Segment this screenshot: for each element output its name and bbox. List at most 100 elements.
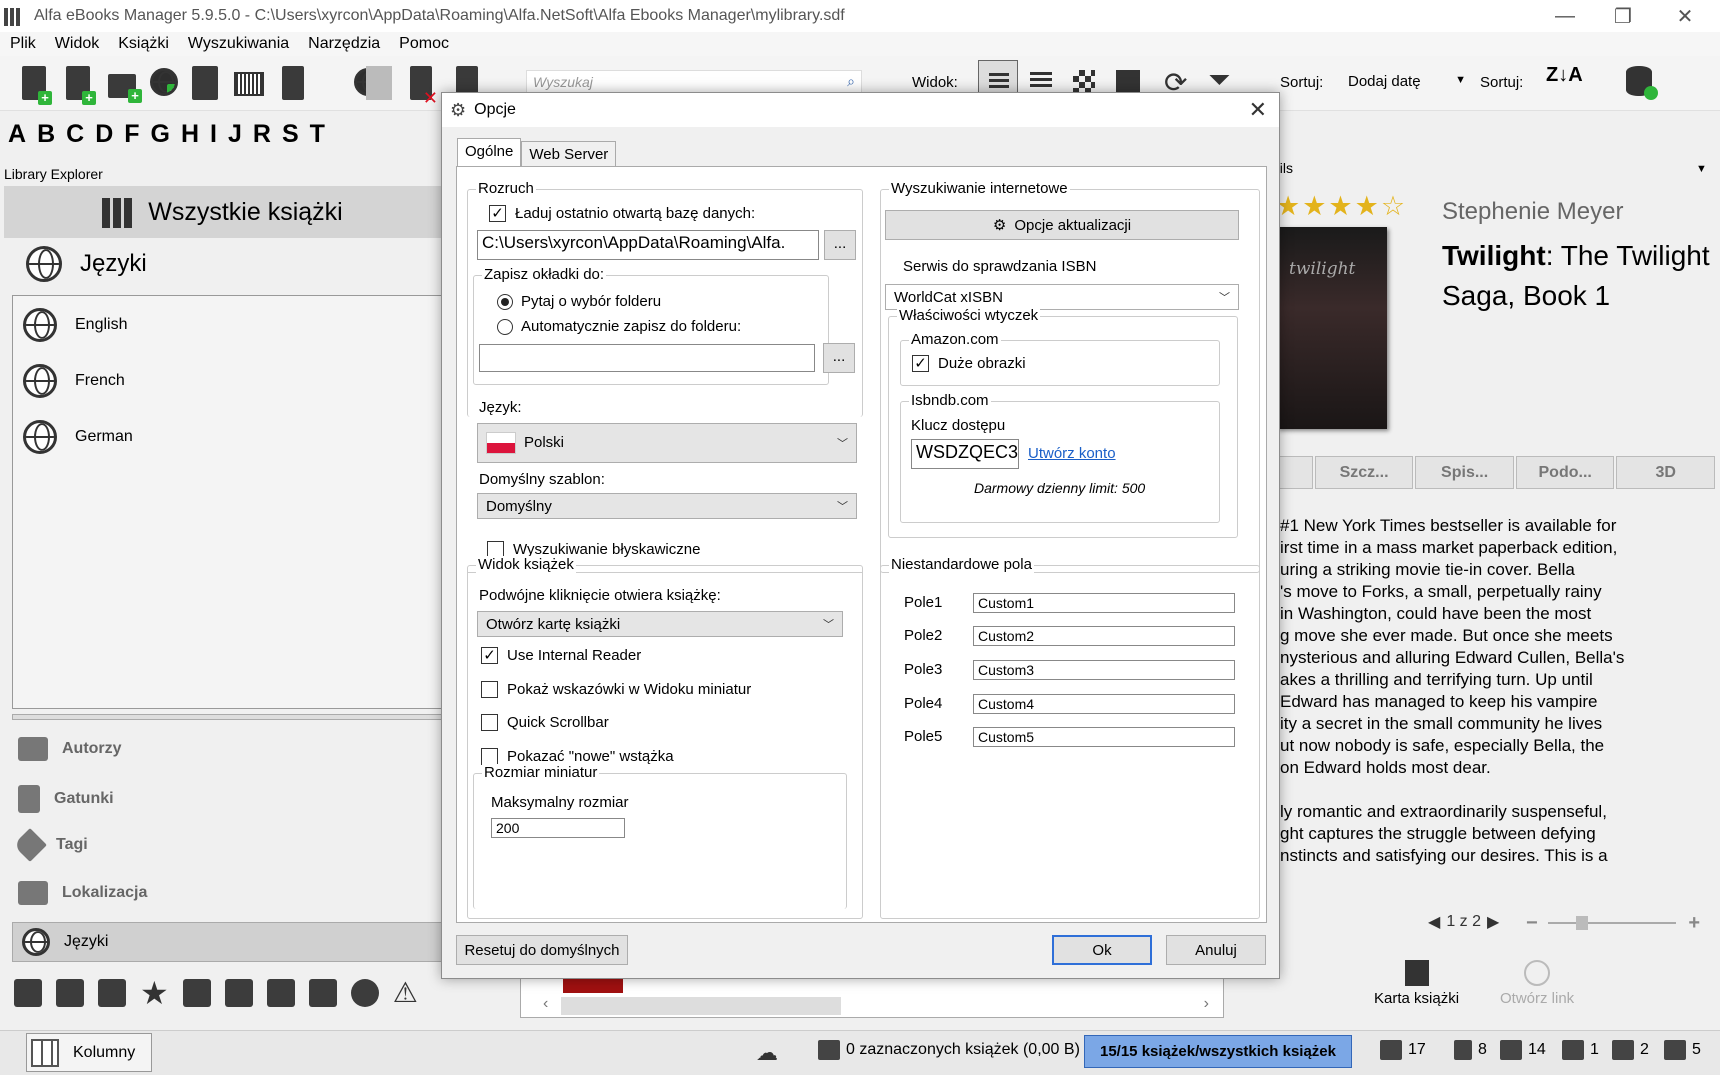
add-online-icon[interactable]: + <box>150 68 178 96</box>
all-books-header[interactable]: Wszystkie książki <box>4 186 441 238</box>
list-item[interactable]: French <box>23 364 125 398</box>
splitter[interactable] <box>12 714 442 720</box>
nav-gatunki[interactable]: Gatunki <box>18 785 114 813</box>
letter-f[interactable]: F <box>124 120 139 154</box>
menu-widok[interactable]: Widok <box>55 35 99 53</box>
thumb-hints-checkbox[interactable]: Pokaż wskazówki w Widoku miniatur <box>481 681 751 698</box>
browse-db-button[interactable]: ... <box>824 230 856 260</box>
minimize-button[interactable]: — <box>1536 0 1594 32</box>
book-thumbnail[interactable] <box>563 979 623 993</box>
db-path-input[interactable]: C:\Users\xyrcon\AppData\Roaming\Alfa. <box>477 230 819 260</box>
create-account-link[interactable]: Utwórz konto <box>1028 445 1116 462</box>
date-icon[interactable] <box>308 979 337 1007</box>
template-select[interactable]: Domyślny ﹀ <box>477 493 857 519</box>
nav-lokalizacja[interactable]: Lokalizacja <box>18 881 147 905</box>
delete-book-icon[interactable]: ✕ <box>410 66 438 107</box>
book-count-status[interactable]: 15/15 książek/wszystkich książek <box>1084 1035 1352 1068</box>
horizontal-scrollbar[interactable] <box>561 997 841 1015</box>
folder-input[interactable] <box>479 344 815 372</box>
zoom-slider[interactable]: − + <box>1522 912 1702 935</box>
view-grid-icon[interactable] <box>1073 70 1095 92</box>
database-icon[interactable] <box>1626 66 1658 100</box>
custom-field-input[interactable]: Custom5 <box>973 727 1235 747</box>
star-icon[interactable]: ★ <box>140 977 169 1009</box>
big-images-checkbox[interactable]: ✓ Duże obrazki <box>912 355 1026 372</box>
book-card-button[interactable]: Karta książki <box>1374 960 1459 1007</box>
load-last-db-checkbox[interactable]: ✓ Ładuj ostatnio otwartą bazę danych: <box>489 205 755 222</box>
internal-reader-checkbox[interactable]: ✓ Use Internal Reader <box>481 647 641 664</box>
max-size-input[interactable]: 200 <box>491 818 625 838</box>
close-window-button[interactable]: ✕ <box>1656 0 1714 32</box>
add-file-icon[interactable]: + <box>66 66 96 105</box>
nav-tagi[interactable]: Tagi <box>13 828 88 862</box>
tab-spis[interactable]: Spis... <box>1415 456 1514 489</box>
letter-j[interactable]: J <box>228 120 242 154</box>
search-icon[interactable]: ⌕ <box>847 73 855 90</box>
list-item[interactable]: English <box>23 308 127 342</box>
add-book-icon[interactable]: + <box>22 66 52 105</box>
menu-pomoc[interactable]: Pomoc <box>399 35 449 53</box>
dblclick-select[interactable]: Otwórz kartę książki ﹀ <box>477 611 843 637</box>
letter-g[interactable]: G <box>151 120 170 154</box>
calendar-icon[interactable] <box>182 979 211 1007</box>
sort-select[interactable]: Dodaj datę ▼ <box>1340 70 1472 96</box>
tab-ogolne[interactable]: Ogólne <box>457 138 522 169</box>
new-ribbon-checkbox[interactable]: Pokazać "nowe" wstążka <box>481 748 674 765</box>
duplicate-icon[interactable] <box>366 66 392 100</box>
ask-folder-radio[interactable]: Pytaj o wybór folderu <box>497 293 661 310</box>
sort-direction-icon[interactable]: Z↓A <box>1546 64 1583 87</box>
open-link-button[interactable]: Otwórz link <box>1500 960 1574 1007</box>
add-folder-icon[interactable]: + <box>108 74 142 103</box>
barcode-icon[interactable] <box>234 72 264 96</box>
query-icon[interactable] <box>350 979 379 1007</box>
auto-folder-radio[interactable]: Automatycznie zapisz do folderu: <box>497 318 741 335</box>
letter-b[interactable]: B <box>37 120 55 154</box>
zoom-in-icon[interactable]: + <box>1688 912 1700 935</box>
publisher-icon[interactable] <box>224 979 253 1007</box>
zoom-out-icon[interactable]: − <box>1526 912 1538 935</box>
menu-plik[interactable]: Plik <box>10 35 36 53</box>
book-author[interactable]: Stephenie Meyer <box>1442 198 1623 226</box>
letter-a[interactable]: A <box>8 120 26 154</box>
tab-szcz[interactable]: Szcz... <box>1314 456 1414 489</box>
restore-button[interactable]: ❐ <box>1594 0 1652 32</box>
nav-autorzy[interactable]: Autorzy <box>18 737 122 761</box>
letter-r[interactable]: R <box>253 120 271 154</box>
warning-icon[interactable]: ⚠ <box>393 979 418 1007</box>
book-cover[interactable]: twilight <box>1277 227 1387 429</box>
custom-field-input[interactable]: Custom3 <box>973 660 1235 680</box>
list-item[interactable]: German <box>23 420 133 454</box>
prev-page-icon[interactable]: ◀ <box>1428 912 1440 932</box>
nav-jezyki[interactable]: Języki <box>22 928 108 956</box>
scroll-left-icon[interactable]: ‹ <box>543 995 548 1013</box>
view-list-icon[interactable] <box>1030 72 1052 90</box>
cancel-button[interactable]: Anuluj <box>1166 935 1266 965</box>
dialog-close-button[interactable]: ✕ <box>1249 97 1267 123</box>
rating-stars[interactable]: ★★★★☆ <box>1276 191 1407 222</box>
library-icon[interactable] <box>14 979 42 1007</box>
add-multiple-icon[interactable] <box>192 66 218 100</box>
browse-folder-button[interactable]: ... <box>823 343 855 373</box>
series-icon[interactable] <box>56 979 84 1007</box>
menu-wyszukiwania[interactable]: Wyszukiwania <box>188 35 289 53</box>
language-select[interactable]: Polski ﹀ <box>477 423 857 463</box>
view-tiles-icon[interactable] <box>1116 70 1140 92</box>
custom-field-input[interactable]: Custom1 <box>973 593 1235 613</box>
letter-c[interactable]: C <box>66 120 84 154</box>
search-input[interactable]: Wyszukaj ⌕ <box>526 70 862 94</box>
update-options-button[interactable]: ⚙ Opcje aktualizacji <box>885 210 1239 240</box>
letter-d[interactable]: D <box>95 120 113 154</box>
access-key-input[interactable]: WSDZQEC3 <box>911 439 1019 469</box>
ok-button[interactable]: Ok <box>1052 935 1152 965</box>
copies-icon[interactable] <box>266 979 295 1007</box>
cloud-icon[interactable]: ☁ <box>756 1040 778 1066</box>
book-icon[interactable] <box>98 979 126 1007</box>
next-page-icon[interactable]: ▶ <box>1487 912 1499 932</box>
tab-details[interactable] <box>1277 456 1313 489</box>
letter-s[interactable]: S <box>282 120 299 154</box>
columns-button[interactable]: Kolumny <box>26 1033 152 1072</box>
quick-scrollbar-checkbox[interactable]: Quick Scrollbar <box>481 714 609 731</box>
custom-field-input[interactable]: Custom4 <box>973 694 1235 714</box>
tab-3d[interactable]: 3D <box>1616 456 1715 489</box>
reset-defaults-button[interactable]: Resetuj do domyślnych <box>456 935 628 965</box>
